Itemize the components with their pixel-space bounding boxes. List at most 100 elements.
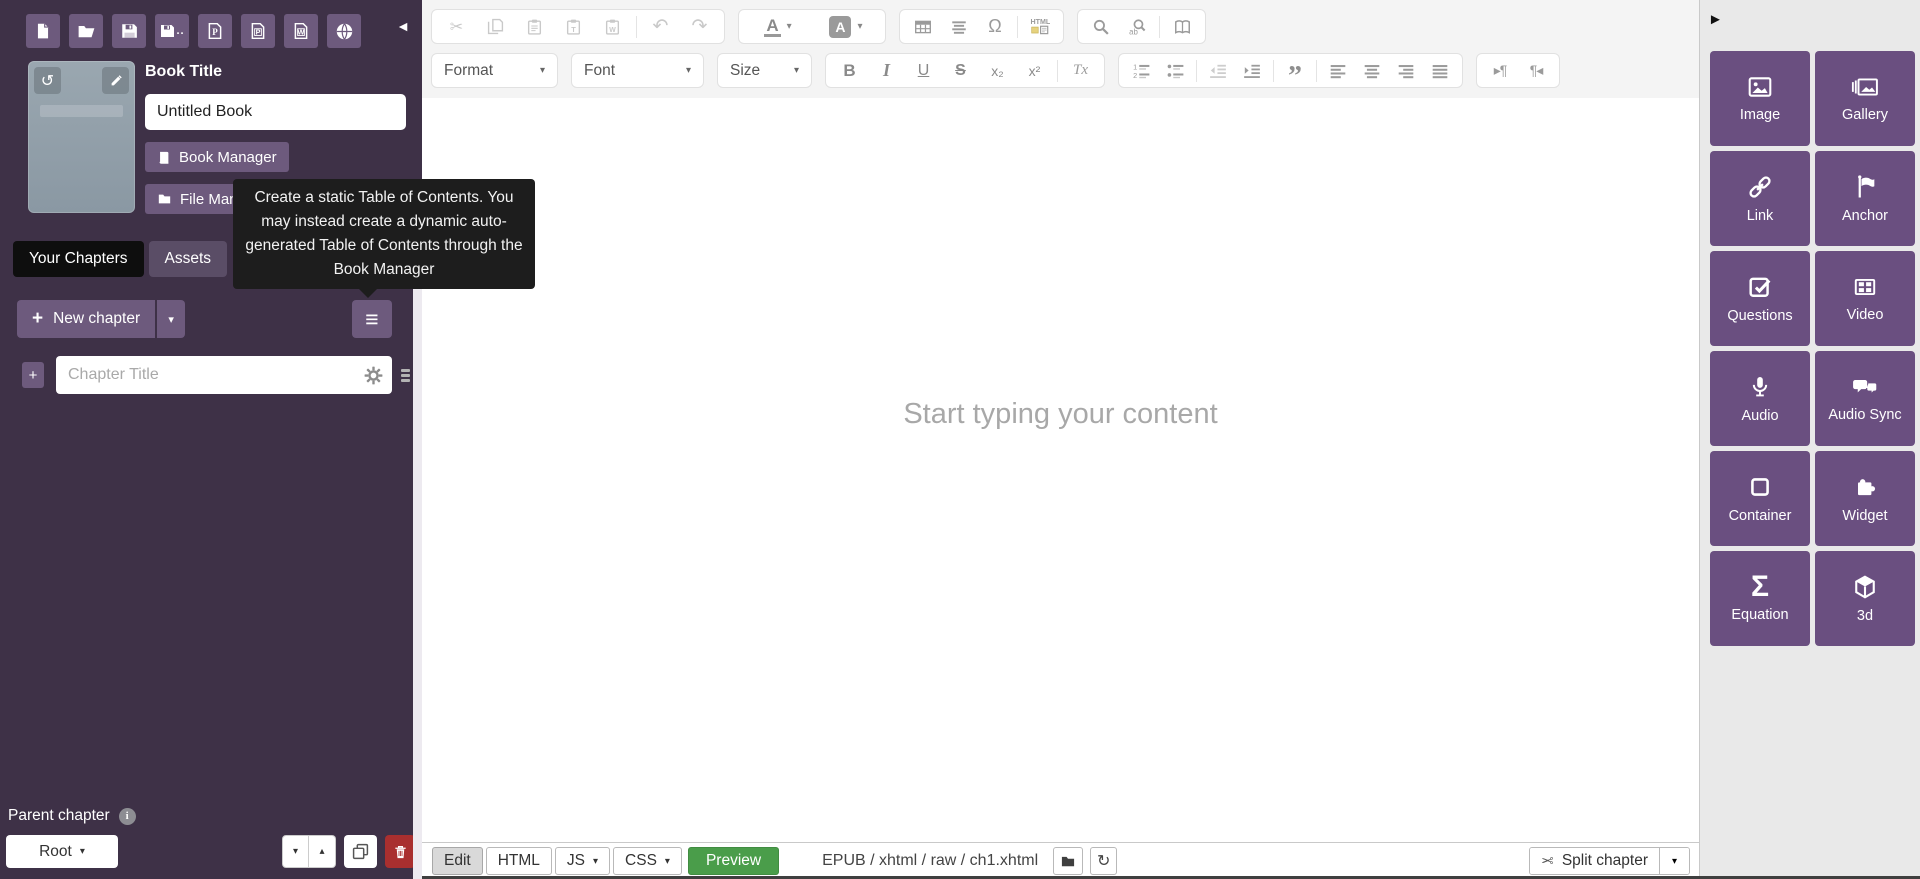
info-icon[interactable]: i <box>119 808 136 825</box>
underline-button[interactable]: U <box>906 56 941 85</box>
indent-button[interactable] <box>1236 56 1268 85</box>
editor-content[interactable]: Start typing your content <box>422 98 1699 842</box>
font-select[interactable]: Font▾ <box>571 53 704 88</box>
move-chapter-down-button[interactable]: ▾ <box>282 835 309 868</box>
outdent-button[interactable] <box>1202 56 1234 85</box>
refresh-button[interactable]: ↻ <box>1090 847 1117 875</box>
chapter-title-input[interactable] <box>56 356 392 394</box>
chapter-drag-handle[interactable] <box>401 369 410 382</box>
subscript-button[interactable]: x₂ <box>980 56 1015 85</box>
export-p-doc-button[interactable]: P <box>241 14 275 48</box>
italic-button[interactable]: I <box>869 56 904 85</box>
add-subchapter-button[interactable]: + <box>22 362 44 388</box>
tile-video[interactable]: Video <box>1815 251 1915 346</box>
bullet-list-button[interactable] <box>1159 56 1191 85</box>
ordered-list-button[interactable]: 12 <box>1125 56 1157 85</box>
search-button[interactable] <box>1084 12 1118 41</box>
redo-button[interactable]: ↷ <box>681 12 718 41</box>
new-file-button[interactable] <box>26 14 60 48</box>
superscript-button[interactable]: x² <box>1017 56 1052 85</box>
remove-format-button[interactable]: Tx <box>1063 56 1098 85</box>
background-color-button[interactable]: A▾ <box>813 12 879 41</box>
bold-button[interactable]: B <box>832 56 867 85</box>
align-right-button[interactable] <box>1390 56 1422 85</box>
export-word-button[interactable]: W <box>284 14 318 48</box>
edit-cover-button[interactable] <box>102 67 129 94</box>
tab-html[interactable]: HTML <box>486 847 552 875</box>
paste-from-word-button[interactable]: W <box>594 12 631 41</box>
split-chapter-dropdown[interactable]: ▾ <box>1659 848 1689 874</box>
align-justify-button[interactable] <box>1424 56 1456 85</box>
italic-icon: I <box>883 60 890 81</box>
blockquote-button[interactable]: ” <box>1279 56 1311 85</box>
tab-assets[interactable]: Assets <box>149 241 228 277</box>
equation-sigma-icon: Σ <box>1751 574 1769 600</box>
embed-html-icon: HTML <box>1028 17 1052 36</box>
tile-image[interactable]: Image <box>1710 51 1810 146</box>
find-replace-button[interactable]: ab <box>1120 12 1154 41</box>
tile-anchor[interactable]: Anchor <box>1815 151 1915 246</box>
tile-equation[interactable]: ΣEquation <box>1710 551 1810 646</box>
horizontal-lines-icon <box>950 18 968 36</box>
insert-table-button[interactable] <box>906 12 940 41</box>
split-chapter-button[interactable]: ✂Split chapter <box>1530 848 1659 874</box>
cut-button[interactable]: ✂ <box>438 12 475 41</box>
strikethrough-button[interactable]: S <box>943 56 978 85</box>
book-title-input[interactable] <box>145 94 406 130</box>
tile-audio[interactable]: Audio <box>1710 351 1810 446</box>
tab-your-chapters[interactable]: Your Chapters <box>13 241 144 277</box>
chevron-down-icon: ▾ <box>168 313 174 326</box>
link-icon <box>1746 173 1774 201</box>
new-chapter-button[interactable]: +New chapter <box>17 300 155 338</box>
tile-widget[interactable]: Widget <box>1815 451 1915 546</box>
duplicate-chapter-button[interactable] <box>344 835 377 868</box>
text-color-button[interactable]: A▾ <box>745 12 811 41</box>
copy-button[interactable] <box>477 12 514 41</box>
format-select[interactable]: Format▾ <box>431 53 558 88</box>
reset-cover-button[interactable]: ↺ <box>34 67 61 94</box>
tab-edit[interactable]: Edit <box>432 847 483 875</box>
hamburger-icon: ≡ <box>365 306 378 333</box>
file-toolbar: .. P P W ◄ <box>0 0 422 48</box>
insert-html-button[interactable]: HTML <box>1023 12 1057 41</box>
publish-web-button[interactable] <box>327 14 361 48</box>
collapse-sidebar-arrow[interactable]: ◄ <box>396 14 410 34</box>
video-film-icon <box>1850 274 1880 300</box>
new-chapter-dropdown[interactable]: ▾ <box>155 300 185 338</box>
chapter-settings-gear-icon[interactable] <box>364 366 383 385</box>
file-browser-button[interactable] <box>1053 847 1083 875</box>
book-manager-label: Book Manager <box>179 149 277 166</box>
export-pdf-button[interactable]: P <box>198 14 232 48</box>
size-select[interactable]: Size▾ <box>717 53 812 88</box>
tab-js[interactable]: JS▾ <box>555 847 610 875</box>
move-chapter-up-button[interactable]: ▴ <box>309 835 336 868</box>
tile-link[interactable]: Link <box>1710 151 1810 246</box>
tile-questions[interactable]: Questions <box>1710 251 1810 346</box>
parent-chapter-select[interactable]: Root▾ <box>6 835 118 868</box>
save-as-button[interactable]: .. <box>155 14 189 48</box>
tab-css[interactable]: CSS▾ <box>613 847 682 875</box>
tile-3d[interactable]: 3d <box>1815 551 1915 646</box>
paste-as-text-button[interactable]: T <box>555 12 592 41</box>
delete-chapter-button[interactable] <box>385 835 415 868</box>
undo-button[interactable]: ↶ <box>642 12 679 41</box>
tile-audio-sync[interactable]: Audio Sync <box>1815 351 1915 446</box>
preview-button[interactable]: Preview <box>688 847 779 875</box>
tile-container[interactable]: Container <box>1710 451 1810 546</box>
paste-button[interactable] <box>516 12 553 41</box>
text-direction-rtl-button[interactable]: ¶◂ <box>1519 56 1553 85</box>
align-left-button[interactable] <box>1322 56 1354 85</box>
horizontal-rule-button[interactable] <box>942 12 976 41</box>
expand-panel-arrow[interactable]: ► <box>1708 11 1723 28</box>
sidebar-scrollbar[interactable] <box>413 232 422 879</box>
audio-mic-icon <box>1747 373 1773 401</box>
open-book-button[interactable] <box>69 14 103 48</box>
align-center-button[interactable] <box>1356 56 1388 85</box>
book-manager-button[interactable]: Book Manager <box>145 142 289 172</box>
special-character-button[interactable]: Ω <box>978 12 1012 41</box>
chevron-down-icon: ▾ <box>540 65 545 76</box>
page-break-button[interactable] <box>1165 12 1199 41</box>
text-direction-ltr-button[interactable]: ▸¶ <box>1483 56 1517 85</box>
save-button[interactable] <box>112 14 146 48</box>
tile-gallery[interactable]: Gallery <box>1815 51 1915 146</box>
